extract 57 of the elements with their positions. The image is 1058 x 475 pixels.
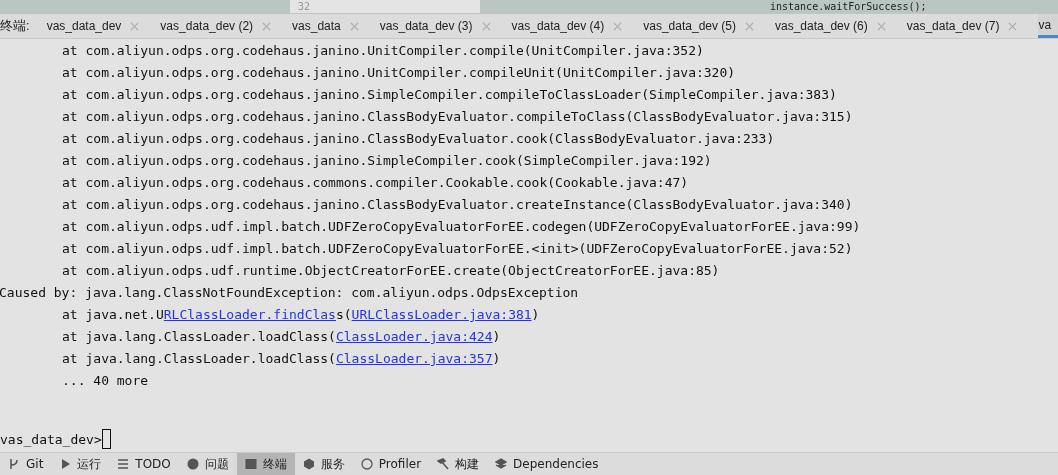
terminal-tab[interactable]: vas_data_dev (4) bbox=[511, 14, 623, 38]
stack-trace-line: at com.aliyun.odps.org.codehaus.janino.UnitCompiler.compile(UnitCompiler.java:352) bbox=[61, 42, 705, 60]
stack-trace-line: at com.aliyun.odps.org.codehaus.janino.ClassBodyEvaluator.compileToClass(ClassBodyEvaluator.java:315) bbox=[61, 108, 854, 126]
stack-trace-line: Caused by: java.lang.ClassNotFoundException: com.aliyun.odps.OdpsException bbox=[0, 284, 580, 302]
list-icon bbox=[117, 458, 130, 470]
terminal-tab[interactable]: vas_data_dev (7) bbox=[906, 14, 1018, 38]
terminal-tab[interactable]: vas_data_dev (6) bbox=[775, 14, 886, 38]
tool-window-button[interactable]: Profiler bbox=[352, 453, 430, 475]
tool-window-button[interactable]: 服务 bbox=[294, 453, 353, 475]
stack-trace-line: at com.aliyun.odps.org.codehaus.janino.ClassBodyEvaluator.createInstance(ClassBodyEvaluator.java:340) bbox=[61, 196, 854, 214]
stack-trace-line: at com.aliyun.odps.org.codehaus.commons.compiler.Cookable.cook(Cookable.java:47) bbox=[61, 174, 690, 192]
terminal-tab[interactable]: vas_data_dev (3) bbox=[379, 14, 491, 38]
stack-trace-line: at java.lang.ClassLoader.loadClass(ClassLoader.java:357) bbox=[61, 350, 502, 368]
source-link[interactable]: ClassLoader.java:357 bbox=[335, 351, 493, 366]
stack-trace-line: at com.aliyun.odps.udf.impl.batch.UDFZeroCopyEvaluatorForEE.codegen(UDFZeroCopyEvaluatorForEE.java:99) bbox=[61, 218, 862, 236]
stack-trace-line: at java.lang.ClassLoader.loadClass(ClassLoader.java:424) bbox=[61, 328, 502, 346]
tool-window-button[interactable]: Git bbox=[0, 453, 52, 475]
terminal-tab[interactable]: vas_data_dev bbox=[46, 14, 140, 38]
tool-window-button[interactable]: 构建 bbox=[429, 453, 488, 475]
stack-trace-line: at com.aliyun.odps.udf.impl.batch.UDFZeroCopyEvaluatorForEE.<init>(UDFZeroCopyEvaluatorForEE.java:52) bbox=[61, 240, 854, 258]
stack-trace-line: at com.aliyun.odps.org.codehaus.janino.UnitCompiler.compileUnit(UnitCompiler.java:320) bbox=[61, 64, 737, 82]
close-icon[interactable] bbox=[349, 21, 359, 31]
hammer-icon bbox=[437, 458, 450, 470]
close-icon[interactable] bbox=[876, 21, 886, 31]
stack-trace-line: at java.net.URLClassLoader.findClass(URLClassLoader.java:381) bbox=[61, 306, 541, 324]
line-number: 32 bbox=[290, 0, 480, 13]
stack-trace-line: at com.aliyun.odps.org.codehaus.janino.SimpleCompiler.compileToClassLoader(SimpleCompiler.java:383) bbox=[61, 86, 838, 104]
tool-window-button[interactable]: Dependencies bbox=[487, 453, 607, 475]
terminal-tab[interactable]: vas_data bbox=[292, 14, 359, 38]
tool-window-button[interactable]: 终端 bbox=[236, 453, 295, 475]
play-icon bbox=[59, 458, 72, 470]
stack-trace-line: at com.aliyun.odps.org.codehaus.janino.ClassBodyEvaluator.cook(ClassBodyEvaluator.java:233) bbox=[61, 130, 776, 148]
code-line: instance.waitForSuccess(); bbox=[770, 0, 927, 13]
stack-trace-line: ... 40 more bbox=[61, 372, 150, 390]
tool-window-button[interactable]: 运行 bbox=[51, 453, 110, 475]
layers-icon bbox=[495, 458, 508, 470]
terminal-tab[interactable]: vas_data_dev (5) bbox=[643, 14, 754, 38]
terminal-tab[interactable]: vas_data_dev (2) bbox=[160, 14, 272, 38]
close-icon[interactable] bbox=[745, 21, 754, 31]
close-icon[interactable] bbox=[130, 21, 140, 31]
close-icon[interactable] bbox=[481, 21, 491, 31]
tool-window-button[interactable]: 问题 bbox=[178, 453, 237, 475]
source-link[interactable]: ClassLoader.java:424 bbox=[335, 329, 493, 344]
branch-icon bbox=[8, 458, 20, 470]
shell-prompt: vas_data_dev> bbox=[0, 431, 102, 447]
close-icon[interactable] bbox=[613, 21, 623, 31]
close-icon[interactable] bbox=[262, 21, 272, 31]
tool-window-button[interactable]: TODO bbox=[109, 453, 179, 475]
source-link[interactable]: RLClassLoader.findClas bbox=[163, 307, 336, 322]
terminal-label: 终端: bbox=[0, 17, 31, 35]
close-icon[interactable] bbox=[1008, 21, 1018, 31]
hexagon-icon bbox=[302, 458, 315, 470]
source-link[interactable]: URLClassLoader.java:381 bbox=[351, 307, 532, 322]
text-cursor bbox=[101, 429, 111, 449]
stack-trace-line: at com.aliyun.odps.org.codehaus.janino.SimpleCompiler.cook(SimpleCompiler.java:192) bbox=[61, 152, 713, 170]
stack-trace-line: at com.aliyun.odps.udf.runtime.ObjectCreatorForEE.create(ObjectCreatorForEE.java:85) bbox=[61, 262, 721, 280]
terminal-tab[interactable]: va bbox=[1038, 14, 1058, 38]
